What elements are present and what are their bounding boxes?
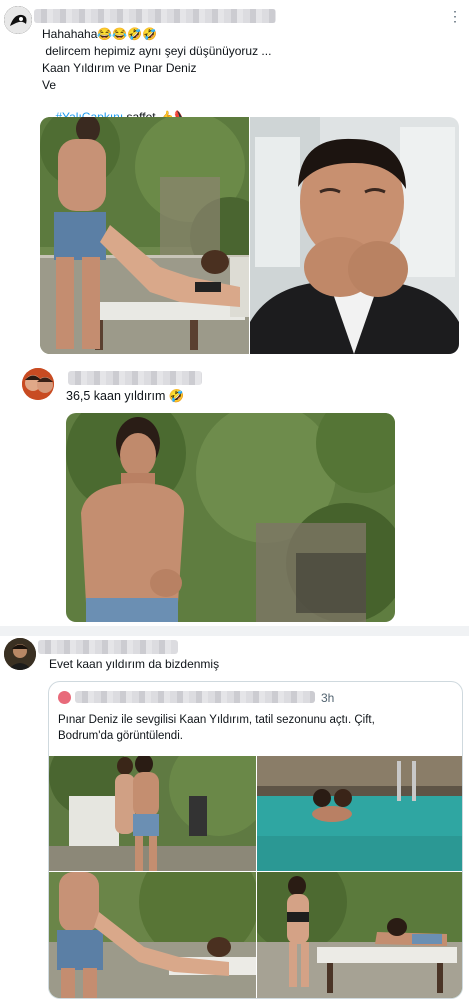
user-name-blurred[interactable] xyxy=(38,640,178,654)
avatar-image-icon xyxy=(22,368,54,400)
tweet-photo-man[interactable] xyxy=(66,413,395,622)
quoted-user-name-blurred[interactable] xyxy=(75,691,315,703)
tweet-1[interactable]: ⋮ Hahahaha😂😂🤣🤣 delircem hepimiz aynı şey… xyxy=(0,0,469,360)
quoted-timestamp[interactable]: 3h xyxy=(321,691,334,705)
tweet-text: Evet kaan yıldırım da bizdenmiş xyxy=(49,657,220,671)
quoted-avatar[interactable] xyxy=(58,691,71,704)
quoted-tweet[interactable]: 3h Pınar Deniz ile sevgilisi Kaan Yıldır… xyxy=(48,681,463,999)
tweet-3[interactable]: Evet kaan yıldırım da bizdenmiş 3h Pınar… xyxy=(0,636,469,1000)
quoted-photo-4[interactable] xyxy=(257,872,462,998)
tweet-2[interactable]: 36,5 kaan yıldırım 🤣 xyxy=(0,362,469,624)
tweet-photo-beach[interactable] xyxy=(40,117,249,354)
avatar[interactable] xyxy=(4,6,32,34)
quoted-text: Pınar Deniz ile sevgilisi Kaan Yıldırım,… xyxy=(58,714,375,742)
quoted-photo-1[interactable] xyxy=(49,756,256,871)
tweet-text-line-1: Hahahaha😂😂🤣🤣 xyxy=(42,27,158,41)
avatar[interactable] xyxy=(4,638,36,670)
tweet-text-line-4: Ve xyxy=(42,78,57,92)
tweet-text-line-2: delircem hepimiz aynı şeyi düşünüyoruz .… xyxy=(42,44,272,58)
tweet-text: 36,5 kaan yıldırım 🤣 xyxy=(66,389,185,403)
tweet-text-line-3: Kaan Yıldırım ve Pınar Deniz xyxy=(42,61,197,75)
tweet-photo-reaction[interactable] xyxy=(250,117,459,354)
avatar-image-icon xyxy=(4,6,32,34)
user-name-blurred[interactable] xyxy=(34,9,276,23)
avatar-image-icon xyxy=(4,638,36,670)
quoted-photo-2[interactable] xyxy=(257,756,462,871)
user-name-blurred[interactable] xyxy=(68,371,202,385)
avatar[interactable] xyxy=(22,368,54,400)
more-options-icon[interactable]: ⋮ xyxy=(448,8,463,25)
tweet-divider xyxy=(0,626,469,636)
quoted-photo-3[interactable] xyxy=(49,872,256,998)
